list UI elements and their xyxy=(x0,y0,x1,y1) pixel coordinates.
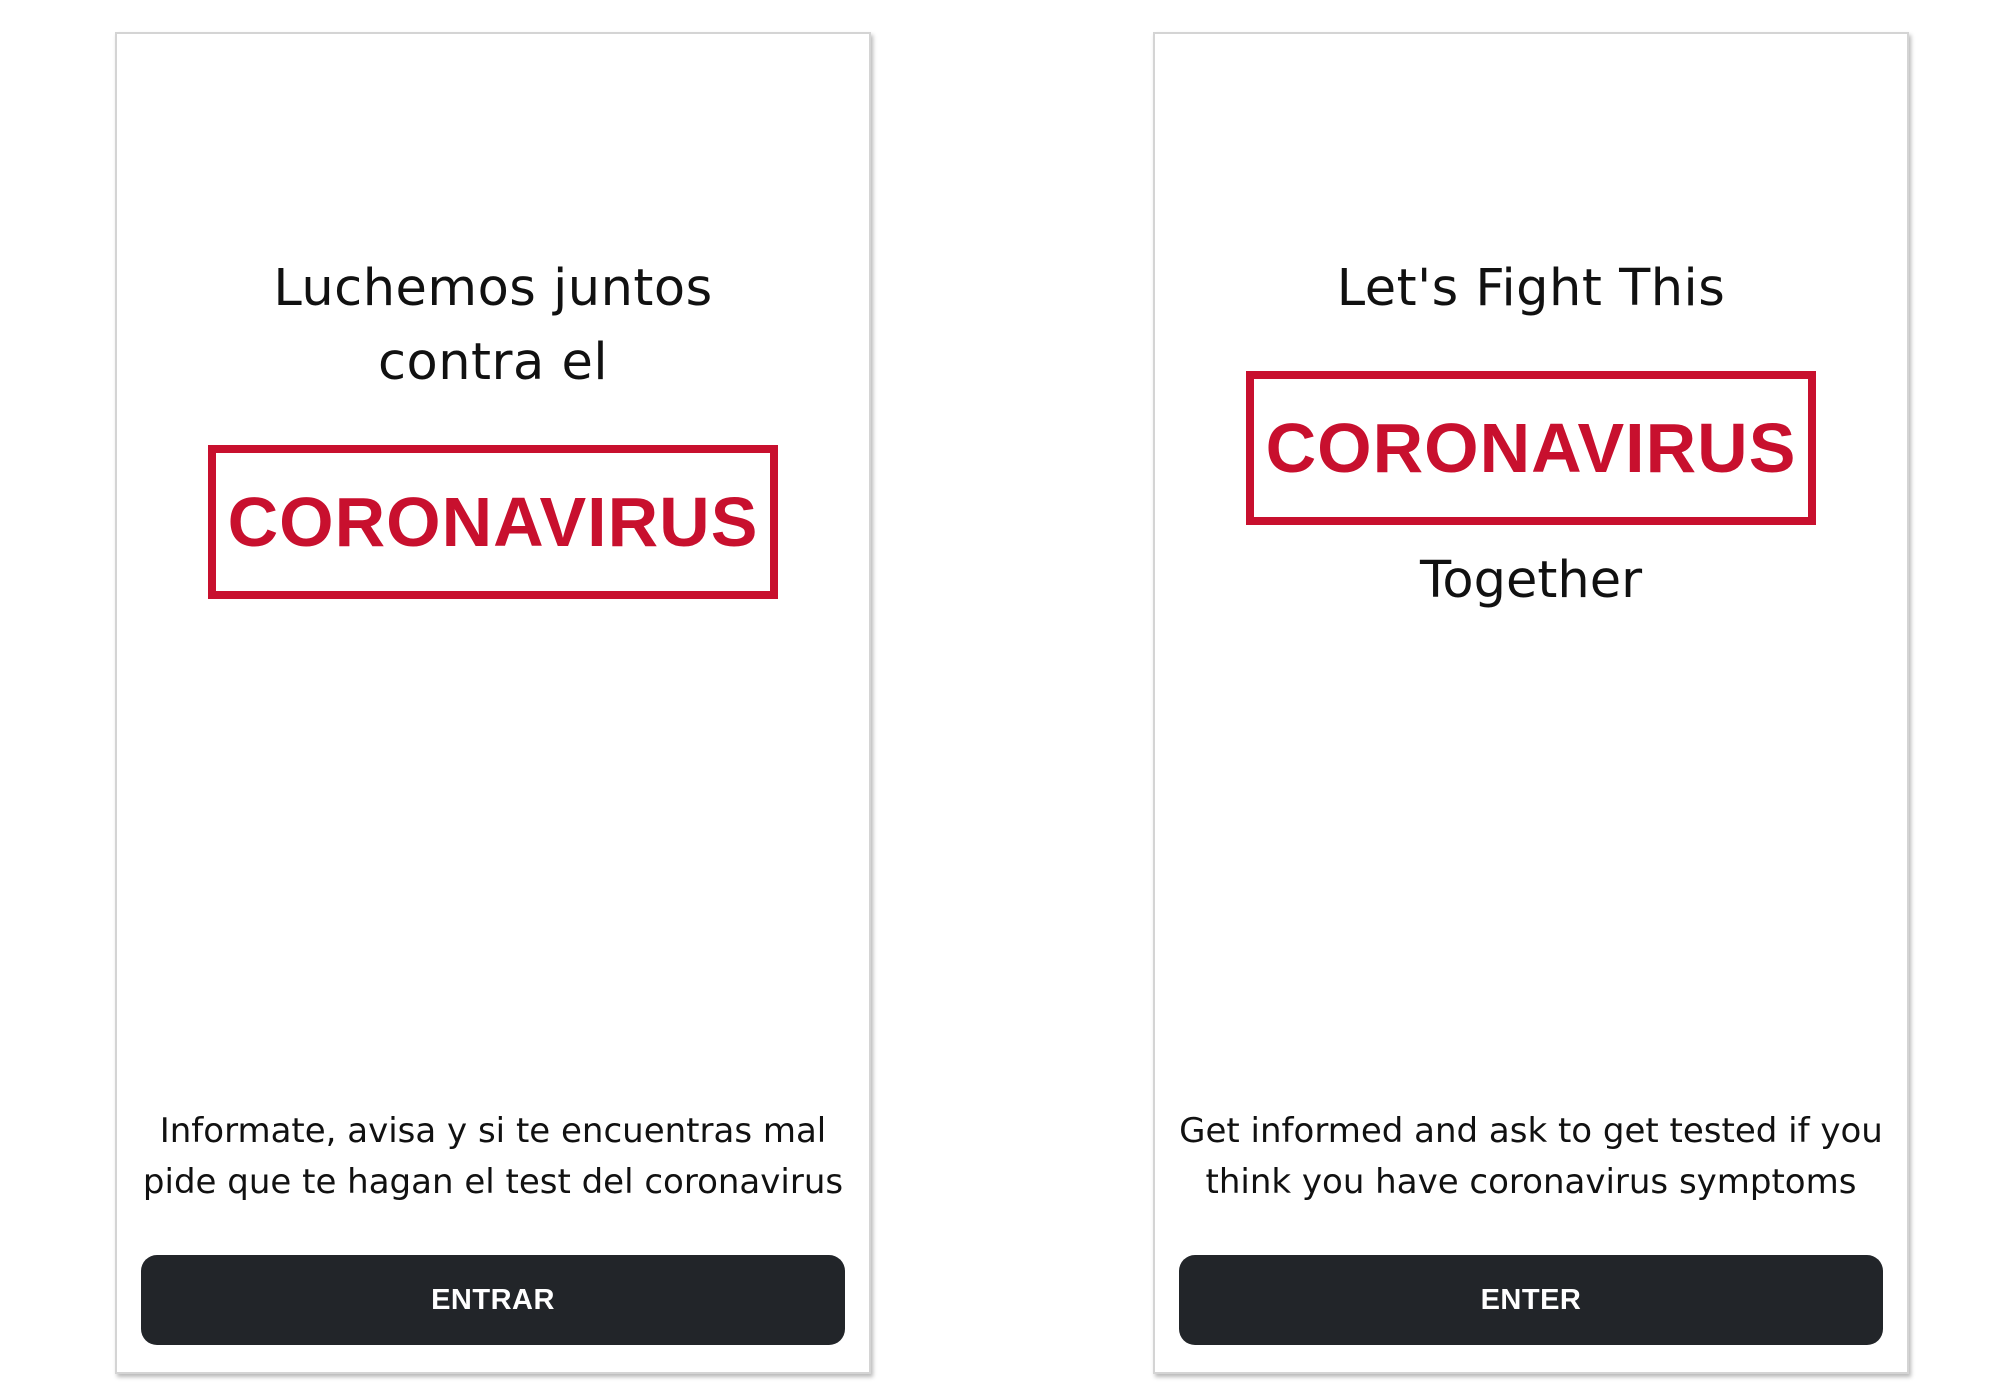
stamp-text: CORONAVIRUS xyxy=(227,483,759,561)
welcome-screen-english: Let's Fight This CORONAVIRUS Together Ge… xyxy=(1153,32,1909,1374)
info-text: Informate, avisa y si te encuentras mal … xyxy=(137,1106,849,1208)
enter-button-label: ENTER xyxy=(1480,1283,1582,1316)
stamp-text: CORONAVIRUS xyxy=(1265,409,1797,487)
headline-line-1: Let's Fight This xyxy=(1336,259,1726,318)
coronavirus-stamp-logo: CORONAVIRUS xyxy=(208,445,778,599)
info-line-2: think you have coronavirus symptoms xyxy=(1205,1162,1857,1202)
info-line-1: Get informed and ask to get tested if yo… xyxy=(1179,1111,1883,1151)
info-text: Get informed and ask to get tested if yo… xyxy=(1175,1106,1887,1208)
info-line-2: pide que te hagan el test del coronaviru… xyxy=(142,1162,844,1202)
headline-line-1: Luchemos juntos xyxy=(273,259,713,318)
enter-button[interactable]: ENTRAR xyxy=(141,1255,845,1345)
headline-line-2: contra el xyxy=(377,333,609,392)
coronavirus-stamp-logo: CORONAVIRUS xyxy=(1246,371,1816,525)
info-line-1: Informate, avisa y si te encuentras mal xyxy=(159,1111,827,1151)
headline-together: Together xyxy=(1419,551,1643,610)
headline: Let's Fight This xyxy=(1155,252,1907,326)
enter-button-label: ENTRAR xyxy=(431,1283,555,1316)
welcome-screen-spanish: Luchemos juntos contra el CORONAVIRUS In… xyxy=(115,32,871,1374)
enter-button[interactable]: ENTER xyxy=(1179,1255,1883,1345)
headline: Luchemos juntos contra el xyxy=(117,252,869,400)
